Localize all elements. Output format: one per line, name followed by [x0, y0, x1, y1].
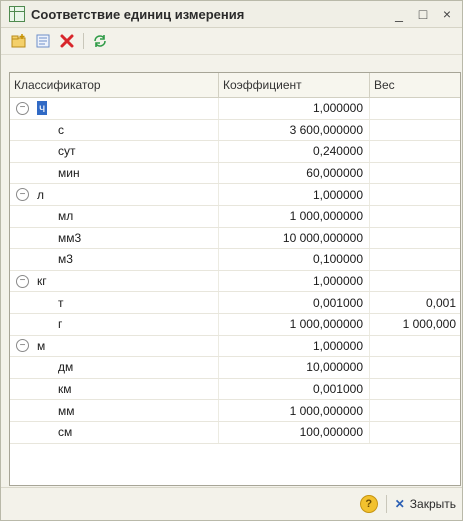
weight-cell	[370, 249, 460, 270]
unit-name: г	[10, 313, 219, 335]
weight-cell	[370, 206, 460, 227]
table-row[interactable]: мм 1 000,000000	[10, 400, 460, 422]
unit-name: км	[10, 378, 219, 400]
unit-name: дм	[10, 357, 219, 378]
table-header: Классификатор Коэффициент Вес	[10, 73, 460, 98]
coefficient-cell: 1,000000	[219, 270, 370, 292]
table-row[interactable]: г 1 000,000000 1 000,000	[10, 313, 460, 336]
coefficient-cell: 1,000000	[219, 98, 370, 119]
unit-name: мм	[10, 400, 219, 421]
collapse-icon[interactable]: −	[16, 101, 29, 115]
dialog-footer: ? ✕ Закрыть	[1, 487, 462, 520]
units-table[interactable]: Классификатор Коэффициент Вес − ч 1,0000…	[9, 72, 461, 486]
dialog-window: Соответствие единиц измерения _ □ × Клас…	[0, 0, 463, 521]
table-row[interactable]: м3 0,100000	[10, 249, 460, 271]
coefficient-cell: 100,000000	[219, 421, 370, 443]
column-header-coefficient[interactable]: Коэффициент	[219, 73, 370, 97]
collapse-icon[interactable]: −	[16, 188, 29, 202]
coefficient-cell: 1 000,000000	[219, 400, 370, 421]
table-row[interactable]: − ч 1,000000	[10, 98, 460, 120]
delete-button[interactable]	[57, 31, 77, 51]
table-row[interactable]: т 0,001000 0,001	[10, 292, 460, 314]
add-button[interactable]	[9, 31, 29, 51]
unit-name: м	[37, 338, 46, 353]
unit-name: т	[10, 292, 219, 313]
unit-name: см	[10, 421, 219, 443]
footer-separator	[385, 495, 387, 513]
collapse-icon[interactable]: −	[16, 274, 29, 288]
window-title: Соответствие единиц измерения	[31, 6, 245, 22]
unit-name: кг	[37, 274, 47, 289]
table-row[interactable]: − м 1,000000	[10, 335, 460, 358]
delete-icon	[60, 34, 74, 48]
toolbar-separator	[83, 33, 84, 49]
coefficient-cell: 10 000,000000	[219, 227, 370, 249]
table-row[interactable]: − л 1,000000	[10, 184, 460, 206]
maximize-button[interactable]: □	[414, 5, 432, 23]
coefficient-cell: 0,001000	[219, 378, 370, 400]
weight-cell	[370, 400, 460, 421]
weight-cell	[370, 422, 460, 443]
unit-name: мин	[10, 162, 219, 184]
table-row[interactable]: мм3 10 000,000000	[10, 227, 460, 250]
weight-cell: 1 000,000	[402, 317, 456, 332]
close-window-button[interactable]: ×	[438, 5, 456, 23]
weight-cell	[370, 163, 460, 184]
close-button[interactable]: ✕ Закрыть	[395, 497, 456, 511]
coefficient-cell: 1,000000	[219, 184, 370, 205]
weight-cell	[370, 271, 460, 292]
column-header-weight[interactable]: Вес	[370, 73, 460, 97]
minimize-button[interactable]: _	[390, 5, 408, 23]
weight-cell	[370, 228, 460, 249]
table-row[interactable]: мл 1 000,000000	[10, 205, 460, 228]
table-row[interactable]: мин 60,000000	[10, 162, 460, 185]
table-row[interactable]: дм 10,000000	[10, 357, 460, 379]
table-row[interactable]: сут 0,240000	[10, 141, 460, 163]
table-row[interactable]: − кг 1,000000	[10, 270, 460, 293]
edit-button[interactable]	[33, 31, 53, 51]
weight-cell	[370, 336, 460, 357]
close-button-label: Закрыть	[409, 497, 456, 511]
unit-name: сут	[10, 141, 219, 162]
coefficient-cell: 60,000000	[219, 162, 370, 184]
grid-icon	[9, 6, 25, 22]
add-folder-icon	[11, 34, 26, 48]
column-header-classifier[interactable]: Классификатор	[10, 73, 219, 97]
refresh-icon	[94, 35, 106, 47]
weight-cell	[370, 184, 460, 205]
weight-cell	[370, 141, 460, 162]
coefficient-cell: 1,000000	[219, 335, 370, 357]
coefficient-cell: 0,100000	[219, 249, 370, 270]
coefficient-cell: 3 600,000000	[219, 119, 370, 141]
weight-cell	[370, 98, 460, 119]
unit-name: мл	[10, 205, 219, 227]
table-row[interactable]: с 3 600,000000	[10, 119, 460, 142]
unit-name: с	[10, 119, 219, 141]
coefficient-cell: 1 000,000000	[219, 313, 370, 335]
weight-cell	[370, 120, 460, 141]
coefficient-cell: 0,240000	[219, 141, 370, 162]
collapse-icon[interactable]: −	[16, 339, 29, 353]
weight-cell	[370, 357, 460, 378]
table-row[interactable]: км 0,001000	[10, 378, 460, 401]
coefficient-cell: 1 000,000000	[219, 205, 370, 227]
weight-cell	[370, 379, 460, 400]
unit-name: м3	[10, 249, 219, 270]
unit-name: ч	[37, 101, 48, 116]
coefficient-cell: 0,001000	[219, 292, 370, 313]
unit-name: л	[37, 187, 45, 202]
refresh-button[interactable]	[90, 31, 110, 51]
unit-name: мм3	[10, 227, 219, 249]
coefficient-cell: 10,000000	[219, 357, 370, 378]
close-icon: ✕	[394, 497, 405, 511]
edit-list-icon	[36, 34, 50, 48]
table-row[interactable]: см 100,000000	[10, 421, 460, 444]
weight-cell: 0,001	[425, 295, 456, 310]
toolbar	[1, 28, 462, 55]
title-bar: Соответствие единиц измерения _ □ ×	[1, 1, 462, 28]
help-button[interactable]: ?	[359, 495, 378, 513]
